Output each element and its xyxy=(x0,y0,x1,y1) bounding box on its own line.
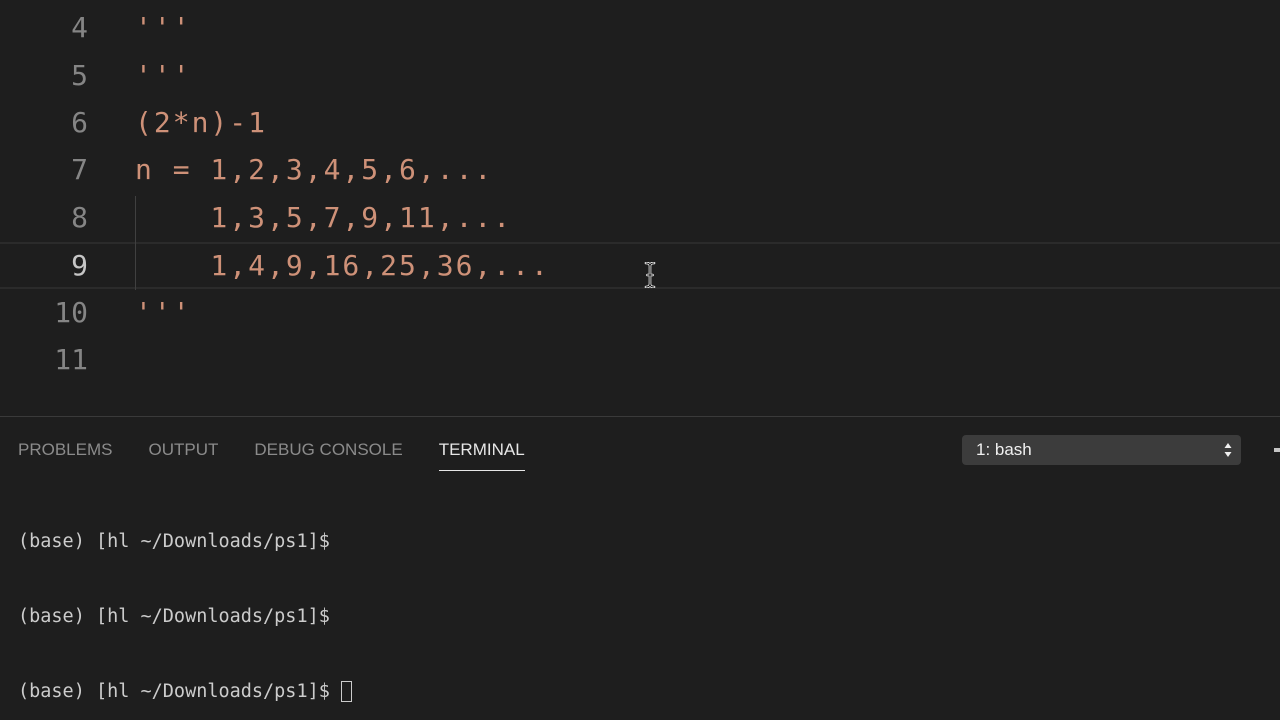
editor-line[interactable]: 10 ''' xyxy=(0,289,1280,336)
code-text[interactable]: n = 1,2,3,4,5,6,... xyxy=(135,146,493,193)
tab-problems[interactable]: PROBLEMS xyxy=(18,437,112,471)
code-text[interactable]: (2*n)-1 xyxy=(135,99,267,146)
panel-tabs: PROBLEMS OUTPUT DEBUG CONSOLE TERMINAL xyxy=(18,437,561,471)
updown-chevron-icon xyxy=(1224,443,1232,457)
line-number: 5 xyxy=(71,59,88,92)
line-number: 10 xyxy=(54,296,88,329)
editor-line[interactable]: 6 (2*n)-1 xyxy=(0,99,1280,146)
code-text[interactable]: 1,4,9,16,25,36,... xyxy=(135,244,550,287)
tab-output[interactable]: OUTPUT xyxy=(148,437,218,471)
editor-line[interactable]: 7 n = 1,2,3,4,5,6,... xyxy=(0,146,1280,193)
editor-line-current[interactable]: 9 1,4,9,16,25,36,... xyxy=(0,242,1280,289)
line-number: 11 xyxy=(54,343,88,376)
code-text[interactable]: ''' xyxy=(135,52,192,99)
terminal-prompt: (base) [hl ~/Downloads/ps1]$ xyxy=(18,606,330,627)
editor-line[interactable]: 8 1,3,5,7,9,11,... xyxy=(0,194,1280,241)
code-text[interactable]: 1,3,5,7,9,11,... xyxy=(135,194,512,241)
terminal-prompt: (base) [hl ~/Downloads/ps1]$ xyxy=(18,681,330,702)
editor-line[interactable]: 5 ''' xyxy=(0,52,1280,99)
line-number: 6 xyxy=(71,106,88,139)
bottom-panel: PROBLEMS OUTPUT DEBUG CONSOLE TERMINAL 1… xyxy=(0,416,1280,720)
terminal-output[interactable]: (base) [hl ~/Downloads/ps1]$ (base) [hl … xyxy=(18,479,352,720)
terminal-cursor[interactable] xyxy=(340,681,352,702)
indent-guide xyxy=(135,196,136,290)
editor-line[interactable]: 4 ''' xyxy=(0,4,1280,51)
tab-debug-console[interactable]: DEBUG CONSOLE xyxy=(254,437,402,471)
line-number: 4 xyxy=(71,11,88,44)
terminal-select[interactable]: 1: bash xyxy=(962,435,1241,465)
code-text[interactable]: ''' xyxy=(135,289,192,336)
code-editor[interactable]: 4 ''' 5 ''' 6 (2*n)-1 7 n = 1,2,3,4,5,6,… xyxy=(0,0,1280,416)
line-number: 8 xyxy=(71,201,88,234)
terminal-line: (base) [hl ~/Downloads/ps1]$ xyxy=(18,529,352,554)
terminal-prompt: (base) [hl ~/Downloads/ps1]$ xyxy=(18,531,330,552)
panel-action-icon[interactable] xyxy=(1274,448,1280,452)
terminal-line: (base) [hl ~/Downloads/ps1]$ xyxy=(18,679,352,704)
tab-terminal[interactable]: TERMINAL xyxy=(438,437,525,471)
ibeam-cursor-icon xyxy=(644,262,656,288)
line-number: 7 xyxy=(71,153,88,186)
terminal-select-value: 1: bash xyxy=(976,440,1032,459)
code-text[interactable]: ''' xyxy=(135,4,192,51)
terminal-line: (base) [hl ~/Downloads/ps1]$ xyxy=(18,604,352,629)
line-number: 9 xyxy=(71,249,88,282)
editor-line[interactable]: 11 xyxy=(0,336,1280,383)
